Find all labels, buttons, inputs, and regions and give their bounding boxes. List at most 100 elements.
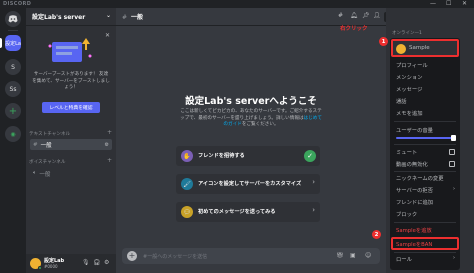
- headphones-icon[interactable]: 🎧︎: [93, 259, 101, 266]
- menu-divider: [394, 121, 456, 122]
- user-tag: #0000: [44, 264, 58, 269]
- server-name: 設定Lab's server: [32, 14, 86, 21]
- menu-roles[interactable]: ロール: [396, 255, 412, 263]
- task-label: フレンドを招待する: [198, 153, 245, 159]
- chevron-right-icon: ›: [453, 255, 455, 261]
- avatar: [396, 44, 406, 54]
- invite-icon: ✋: [181, 150, 193, 162]
- voice-channel-category[interactable]: ボイスチャンネル: [29, 159, 65, 165]
- channel-sidebar: 設定Lab's server ⌄ ✕ サーバーブーストがあります！ 友達を集めて…: [26, 8, 116, 273]
- bell-icon[interactable]: 🔔︎: [350, 12, 358, 19]
- username: 設定Lab: [44, 258, 65, 264]
- menu-ban[interactable]: SampleをBAN: [396, 240, 432, 248]
- chevron-down-icon: ⌄: [105, 12, 111, 19]
- channel-text-general[interactable]: # 一般 ⚙: [30, 139, 112, 150]
- menu-divider: [394, 144, 456, 145]
- add-server-icon[interactable]: +: [5, 103, 21, 119]
- emoji-icon[interactable]: ☺: [365, 252, 371, 259]
- menu-kick[interactable]: Sampleを追放: [396, 226, 432, 234]
- invite-settings-icons[interactable]: ⚙: [105, 142, 109, 148]
- annotation-step-2: 2: [372, 230, 381, 239]
- menu-message[interactable]: メッセージ: [396, 85, 422, 93]
- menu-divider: [394, 171, 456, 172]
- slider-handle[interactable]: [451, 135, 456, 141]
- hash-icon: #: [122, 14, 128, 21]
- chevron-right-icon: ›: [453, 186, 455, 192]
- boost-perks-button[interactable]: レベルと特典を確認: [42, 102, 100, 113]
- discord-home-icon[interactable]: [5, 11, 21, 27]
- boost-text: サーバーブーストがあります！ 友達を集めて、サーバーをブーストしましょう！: [32, 72, 110, 90]
- online-header: オンライン—1: [392, 31, 422, 36]
- title-bar: DISCORD — ☐ ✕: [0, 0, 474, 8]
- menu-change-nickname[interactable]: ニックネームの変更: [396, 174, 444, 182]
- hash-icon: #: [33, 141, 38, 148]
- check-icon: ✓: [304, 150, 316, 162]
- task-label: アイコンを設定してサーバーをカスタマイズ: [198, 181, 302, 187]
- server-rail: 設定La S Ss + ◉: [0, 8, 26, 273]
- boost-card: ✕ サーバーブーストがあります！ 友達を集めて、サーバーをブーストしましょう！ …: [30, 30, 112, 122]
- channel-label: 一般: [40, 142, 52, 149]
- chevron-right-icon: ›: [312, 178, 315, 186]
- context-user-header[interactable]: Sample: [391, 39, 459, 57]
- minimize-button[interactable]: —: [430, 0, 436, 8]
- user-panel: 設定Lab #0000 🎙︎ 🎧︎ ⚙: [26, 254, 116, 273]
- microphone-icon[interactable]: 🎙︎: [82, 259, 90, 266]
- gif-icon[interactable]: ▣: [350, 252, 356, 259]
- member-list-icon[interactable]: 👤︎: [373, 12, 381, 19]
- menu-server-mute[interactable]: サーバーの拒否: [396, 186, 433, 194]
- mute-checkbox[interactable]: [449, 149, 455, 155]
- speaker-icon: 🔈︎: [33, 170, 37, 176]
- task-label: 初めてのメッセージを送ってみる: [198, 209, 276, 215]
- server-header[interactable]: 設定Lab's server ⌄: [26, 8, 116, 26]
- menu-divider: [394, 222, 456, 223]
- task-send-first-message[interactable]: 💬︎ 初めてのメッセージを送ってみる ›: [176, 202, 320, 222]
- rail-divider: [8, 30, 18, 31]
- volume-slider[interactable]: [396, 135, 456, 141]
- server-icon-active[interactable]: 設定La: [5, 35, 21, 51]
- gift-icon[interactable]: 🎁︎: [336, 252, 344, 259]
- server-icon-ss[interactable]: Ss: [5, 81, 21, 97]
- channel-label: 一般: [39, 171, 51, 178]
- annotation-right-click: 右クリック: [340, 26, 368, 32]
- menu-mute[interactable]: ミュート: [396, 148, 417, 156]
- disable-video-checkbox[interactable]: [449, 161, 455, 167]
- menu-add-note[interactable]: メモを追加: [396, 109, 423, 117]
- task-invite-friends[interactable]: ✋ フレンドを招待する ✓: [176, 146, 320, 166]
- chevron-right-icon: ›: [312, 206, 315, 214]
- gear-icon[interactable]: ⚙: [104, 259, 109, 266]
- active-server-indicator: [0, 38, 2, 48]
- menu-call[interactable]: 通話: [396, 97, 407, 105]
- explore-icon[interactable]: ◉: [5, 126, 21, 142]
- boost-illustration: [48, 38, 92, 62]
- palette-icon: 🖌︎: [181, 178, 193, 190]
- close-button[interactable]: ✕: [462, 0, 467, 8]
- message-placeholder: #一般へのメッセージを送信: [143, 254, 208, 260]
- add-voice-channel-icon[interactable]: +: [107, 157, 112, 164]
- menu-block[interactable]: ブロック: [396, 210, 417, 218]
- menu-mention[interactable]: メンション: [396, 73, 423, 81]
- server-icon-s[interactable]: S: [5, 59, 21, 75]
- add-channel-icon[interactable]: +: [107, 129, 112, 136]
- app-brand: DISCORD: [3, 1, 32, 7]
- menu-user-volume: ユーザーの音量: [396, 128, 433, 134]
- main-chat: # 一般 # 🔔︎ 📌︎ 👤︎ 設定Lab's serverへようこそ ここは新し…: [116, 8, 386, 273]
- channel-voice-general[interactable]: 🔈︎ 一般: [30, 168, 112, 179]
- attach-plus-icon[interactable]: +: [127, 251, 137, 261]
- message-input[interactable]: + #一般へのメッセージを送信 🎁︎ ▣ ☺: [122, 248, 380, 264]
- text-channel-category[interactable]: テキストチャンネル: [29, 131, 70, 137]
- welcome-title: 設定Lab's serverへようこそ: [185, 96, 317, 107]
- annotation-step-1: 1: [379, 37, 388, 46]
- threads-icon[interactable]: #: [338, 12, 343, 19]
- maximize-button[interactable]: ☐: [446, 0, 451, 8]
- menu-add-friend[interactable]: フレンドに追加: [396, 198, 433, 206]
- menu-divider: [394, 252, 456, 253]
- chat-bubble-icon: 💬︎: [181, 206, 193, 218]
- user-context-menu: Sample プロフィール メンション メッセージ 通話 メモを追加 ユーザーの…: [390, 38, 460, 270]
- close-icon[interactable]: ✕: [105, 32, 110, 39]
- context-username: Sample: [409, 45, 430, 51]
- online-status-dot: [38, 266, 42, 270]
- task-customize-server[interactable]: 🖌︎ アイコンを設定してサーバーをカスタマイズ ›: [176, 174, 320, 194]
- menu-disable-video[interactable]: 動画の無効化: [396, 160, 428, 168]
- pin-icon[interactable]: 📌︎: [362, 12, 370, 19]
- menu-profile[interactable]: プロフィール: [396, 61, 428, 69]
